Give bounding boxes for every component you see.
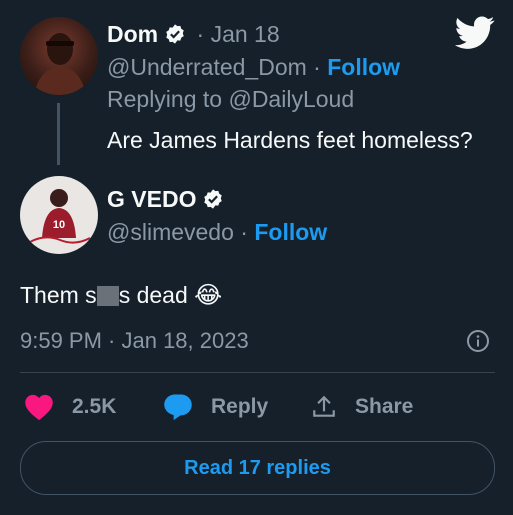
reply-button[interactable]: Reply — [163, 393, 268, 421]
svg-text:10: 10 — [53, 219, 65, 231]
reply-bubble-icon — [164, 394, 192, 421]
gvedo-avatar[interactable]: 10 — [20, 176, 98, 254]
replying-prefix: Replying to — [107, 86, 223, 112]
reply-text-end: s dead — [118, 282, 188, 308]
parent-display-name[interactable]: Dom — [107, 21, 158, 47]
parent-follow-link[interactable]: Follow — [327, 54, 400, 80]
parent-handle-row: @Underrated_Dom · Follow — [107, 53, 400, 81]
separator-dot: · — [240, 219, 248, 245]
reply-handle-row: @slimevedo · Follow — [107, 218, 327, 246]
like-button[interactable]: 2.5K — [24, 393, 116, 421]
reply-display-name[interactable]: G VEDO — [107, 186, 196, 212]
info-icon[interactable] — [466, 329, 490, 358]
separator-dot: · — [313, 54, 321, 80]
read-replies-button[interactable]: Read 17 replies — [20, 441, 495, 495]
verified-badge-icon — [164, 23, 186, 51]
replying-to-handle[interactable]: @DailyLoud — [228, 86, 354, 112]
reply-label: Reply — [211, 395, 269, 418]
verified-badge-icon — [202, 188, 224, 216]
replying-to-line: Replying to @DailyLoud — [107, 85, 354, 113]
tweet-timestamp[interactable]: 9:59 PM · Jan 18, 2023 — [20, 327, 249, 355]
actions-divider — [20, 372, 495, 373]
parent-tweet-header: Dom · Jan 18 — [107, 20, 280, 51]
dom-avatar-image — [34, 33, 86, 95]
thread-connector-line — [57, 103, 60, 165]
twitter-bird-icon[interactable] — [455, 16, 495, 55]
share-icon — [313, 395, 335, 417]
parent-tweet-text: Are James Hardens feet homeless? — [107, 127, 473, 153]
laughing-emoji: 😂 — [194, 282, 223, 309]
reply-tweet-text: Them s s dead 😂 — [20, 280, 222, 311]
gvedo-avatar-image: 10 — [29, 189, 91, 244]
share-button[interactable]: Share — [311, 393, 413, 421]
censored-block — [96, 286, 119, 306]
heart-icon — [25, 394, 53, 421]
reply-tweet-header: G VEDO — [107, 185, 224, 216]
reply-follow-link[interactable]: Follow — [254, 219, 327, 245]
parent-date[interactable]: · Jan 18 — [197, 21, 280, 47]
reply-handle[interactable]: @slimevedo — [107, 219, 234, 245]
reply-text-start: Them s — [20, 282, 97, 308]
share-label: Share — [355, 395, 414, 418]
like-count: 2.5K — [72, 395, 117, 418]
dom-avatar[interactable] — [20, 17, 98, 95]
parent-handle[interactable]: @Underrated_Dom — [107, 54, 307, 80]
